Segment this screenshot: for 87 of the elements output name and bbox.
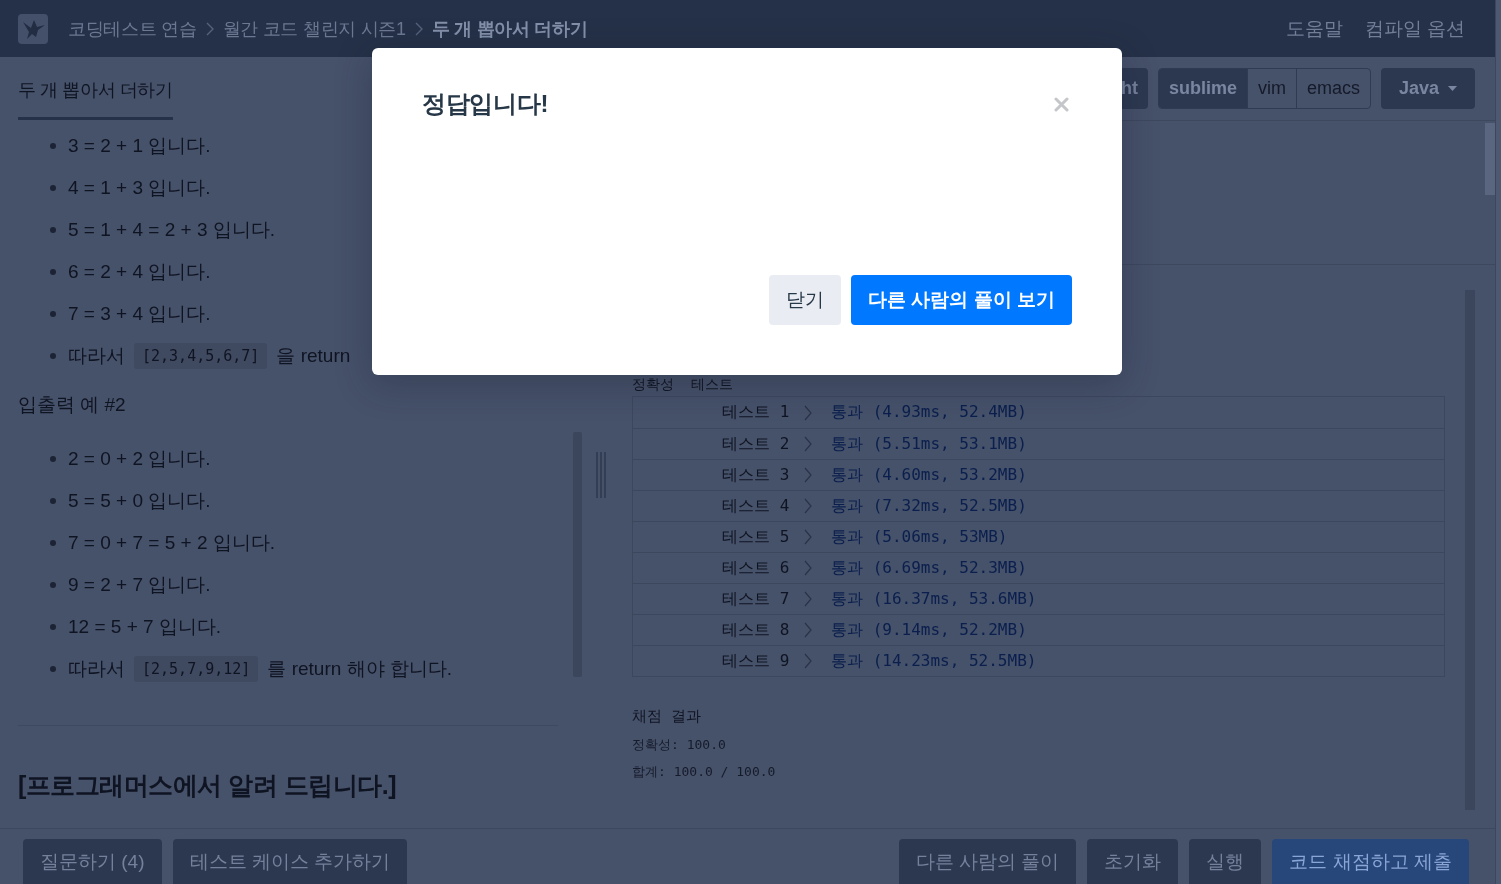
bullet-icon [50,498,56,504]
keymap-button[interactable]: vim [1246,69,1296,108]
scrollbar[interactable] [1485,123,1495,195]
view-solutions-button[interactable]: 다른 사람의 풀이 보기 [851,275,1072,325]
list-item-text: 9 = 2 + 7 입니다. [68,573,211,597]
chevron-right-icon [804,404,812,421]
keymap-button[interactable]: sublime [1158,69,1247,108]
test-label: 테스트 2 [722,433,791,455]
score-title: 채점 결과 [632,707,703,726]
language-dropdown[interactable]: Java [1380,68,1475,109]
inline-code: [2,5,7,9,12] [134,656,259,682]
test-result: 통과 (4.60ms, 53.2MB) [831,464,1027,486]
logo-icon[interactable] [18,13,48,44]
list-item-text: 따라서 [68,657,125,681]
keymap-button[interactable]: emacs [1295,69,1370,108]
bullet-icon [50,311,56,317]
chevron-right-icon [205,21,214,36]
action-button[interactable]: 테스트 케이스 추가하기 [172,839,408,884]
bullet-icon [50,143,56,149]
chevron-right-icon [804,467,812,483]
bullet-icon [50,540,56,546]
test-result: 통과 (6.69ms, 52.3MB) [831,557,1027,579]
test-label: 테스트 3 [722,464,791,486]
list-item-text: 12 = 5 + 7 입니다. [68,615,222,639]
problem-tab[interactable]: 두 개 뽑아서 더하기 [18,57,173,120]
score-line: 정확성: 100.0 [632,736,727,753]
close-button[interactable]: 닫기 [769,275,842,325]
bullet-icon [50,185,56,191]
chevron-right-icon [414,21,423,36]
notice-heading: [프로그래머스에서 알려 드립니다.] [18,770,397,801]
test-result: 통과 (16.37ms, 53.6MB) [831,588,1037,610]
breadcrumb-link[interactable]: 두 개 뽑아서 더하기 [431,16,588,41]
caret-icon [1448,86,1457,91]
submit-button[interactable]: 코드 채점하고 제출 [1272,839,1469,884]
action-button[interactable]: 질문하기 (4) [23,839,162,884]
bullet-icon [50,582,56,588]
chevron-right-icon [804,529,812,545]
section-title: 정확성 테스트 [632,376,734,394]
list-item-text: 5 = 5 + 0 입니다. [68,489,211,513]
chevron-right-icon [804,436,812,452]
list-item-text: 7 = 3 + 4 입니다. [68,302,211,326]
bullet-icon [50,624,56,630]
chevron-right-icon [804,498,812,514]
test-result: 통과 (14.23ms, 52.5MB) [831,650,1037,672]
test-label: 테스트 8 [722,619,791,641]
bullet-icon [50,456,56,462]
bullet-icon [50,666,56,672]
test-label: 테스트 6 [722,557,791,579]
action-button[interactable]: 실행 [1189,839,1262,884]
list-item-text: 를 return 해야 합니다. [267,657,453,681]
action-button[interactable]: 초기화 [1087,839,1179,884]
breadcrumb-link[interactable]: 코딩테스트 연습 [68,16,197,41]
list-item-text: 3 = 2 + 1 입니다. [68,134,211,158]
list-item-text: 을 return [276,344,351,368]
chevron-right-icon [804,591,812,607]
test-result: 통과 (9.14ms, 52.2MB) [831,619,1027,641]
list-item-text: 5 = 1 + 4 = 2 + 3 입니다. [68,218,275,242]
breadcrumb-link[interactable]: 월간 코드 챌린지 시즌1 [222,16,406,41]
test-result: 통과 (7.32ms, 52.5MB) [831,495,1027,517]
list-item-text: 7 = 0 + 7 = 5 + 2 입니다. [68,531,275,555]
chevron-right-icon [804,622,812,638]
test-result: 통과 (4.93ms, 52.4MB) [831,402,1027,423]
test-label: 테스트 1 [722,402,791,423]
test-result: 통과 (5.51ms, 53.1MB) [831,433,1027,455]
list-item-text: 따라서 [68,344,125,368]
example-heading: 입출력 예 #2 [18,393,127,417]
header-link[interactable]: 도움말 [1285,15,1343,42]
test-label: 테스트 9 [722,650,791,672]
bullet-icon [50,353,56,359]
modal-title: 정답입니다! [422,89,549,119]
test-result: 통과 (5.06ms, 53MB) [831,526,1008,548]
chevron-right-icon [804,653,812,669]
page-scrollbar[interactable] [1495,0,1501,884]
score-line: 합계: 100.0 / 100.0 [632,763,777,780]
bullet-icon [50,227,56,233]
test-label: 테스트 4 [722,495,791,517]
list-item-text: 2 = 0 + 2 입니다. [68,447,211,471]
action-button[interactable]: 다른 사람의 풀이 [898,839,1077,884]
bullet-icon [50,269,56,275]
list-item-text: 4 = 1 + 3 입니다. [68,176,211,200]
close-icon[interactable] [1054,96,1069,112]
header-link[interactable]: 컴파일 옵션 [1364,15,1465,42]
test-label: 테스트 5 [722,526,791,548]
list-item-text: 6 = 2 + 4 입니다. [68,260,211,284]
test-label: 테스트 7 [722,588,791,610]
chevron-right-icon [804,560,812,576]
inline-code: [2,3,4,5,6,7] [134,343,268,369]
